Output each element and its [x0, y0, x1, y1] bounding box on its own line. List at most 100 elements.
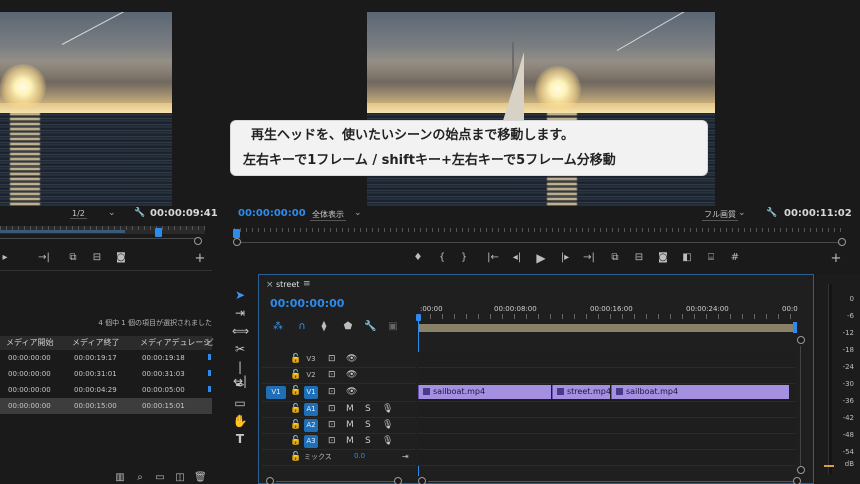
sync-lock-icon[interactable]: ⊡ — [328, 436, 336, 446]
hand-tool-icon[interactable]: ✋ — [232, 414, 248, 428]
export-frame-icon[interactable]: ◙ — [656, 252, 670, 263]
source-insert-icon[interactable]: ⧉ — [66, 252, 80, 263]
source-zoom-handle[interactable] — [194, 237, 202, 245]
source-play-icon[interactable]: ▸ — [0, 252, 10, 263]
lane-a3[interactable] — [418, 434, 796, 450]
linked-selection-icon[interactable]: ⧫ — [318, 321, 330, 332]
go-to-out-icon[interactable]: →| — [582, 252, 596, 263]
new-bin-folder-icon[interactable]: ▭ — [154, 472, 166, 483]
find-search-icon[interactable]: ⌕ — [134, 472, 146, 483]
lock-icon[interactable]: 🔓 — [290, 452, 301, 462]
vertical-scroll-bottom-handle[interactable] — [797, 466, 805, 474]
selection-tool-icon[interactable]: ➤ — [232, 288, 248, 302]
track-target-v2[interactable]: V2 — [304, 369, 318, 382]
timeline-sequence-tab[interactable]: street — [276, 280, 299, 289]
lock-icon[interactable]: 🔓 — [290, 354, 301, 364]
source-playhead[interactable] — [155, 228, 162, 237]
track-target-v3[interactable]: V3 — [304, 353, 318, 366]
program-current-timecode[interactable]: 00:00:00:00 — [238, 208, 306, 219]
rectangle-tool-icon[interactable]: ▭ — [232, 396, 248, 410]
vertical-scrollbar[interactable] — [800, 346, 801, 466]
sync-lock-icon[interactable]: ⊡ — [328, 404, 336, 414]
source-step-forward-icon[interactable]: →| — [38, 252, 50, 263]
timeline-ruler-ticks[interactable] — [418, 314, 796, 319]
trash-icon[interactable]: 🗑 — [194, 472, 207, 483]
column-media-start[interactable]: メディア開始 — [6, 336, 53, 350]
timeline-horizontal-scrollbar[interactable] — [428, 481, 794, 482]
work-area-end-marker[interactable] — [793, 322, 797, 333]
lane-a1[interactable] — [418, 402, 796, 418]
lane-v3[interactable] — [418, 352, 796, 368]
timeline-close-icon[interactable]: × — [266, 280, 274, 290]
timeline-hscroll-right-handle[interactable] — [793, 477, 801, 484]
work-area-bar[interactable] — [418, 324, 796, 332]
lock-icon[interactable]: 🔓 — [290, 404, 301, 414]
lock-icon[interactable]: 🔓 — [290, 436, 301, 446]
add-marker-icon[interactable]: ⬟ — [342, 321, 354, 332]
track-target-v1[interactable]: V1 — [304, 386, 318, 399]
source-zoom-chevron-icon[interactable]: ⌄ — [108, 208, 116, 218]
bin-view-icon[interactable]: ▥ — [114, 472, 126, 483]
type-tool-icon[interactable]: T — [232, 432, 248, 446]
mark-out-brace-right-icon[interactable]: } — [458, 252, 470, 263]
program-quality-select[interactable]: フル画質 — [702, 209, 738, 221]
mute-button[interactable]: M — [346, 404, 354, 414]
mark-in-icon[interactable]: ♦ — [412, 252, 424, 263]
program-playhead[interactable] — [233, 229, 240, 238]
grid-icon[interactable]: # — [728, 252, 742, 263]
snap-magnet-icon[interactable]: ∩ — [296, 321, 308, 332]
microphone-icon[interactable]: 🎙 — [382, 420, 393, 430]
lane-a2[interactable] — [418, 418, 796, 434]
extract-icon[interactable]: ⊟ — [632, 252, 646, 263]
eye-icon[interactable]: 👁 — [346, 354, 357, 364]
go-to-in-icon[interactable]: |← — [486, 252, 500, 263]
nest-icon[interactable]: ⁂ — [272, 321, 284, 332]
lock-icon[interactable]: 🔓 — [290, 420, 301, 430]
program-zoom-handle-left[interactable] — [233, 238, 241, 246]
column-media-end[interactable]: メディア終了 — [72, 336, 119, 350]
source-patch-v1[interactable]: V1 — [266, 386, 286, 399]
timeline-settings-wrench-icon[interactable]: 🔧 — [364, 321, 376, 332]
step-forward-icon[interactable]: |▸ — [558, 252, 572, 263]
lane-mix[interactable] — [418, 450, 796, 466]
captions-icon[interactable]: ▣ — [386, 321, 400, 332]
play-icon[interactable]: ▶ — [534, 251, 548, 265]
source-settings-wrench-icon[interactable]: 🔧 — [134, 208, 145, 218]
sync-lock-icon[interactable]: ⊡ — [328, 387, 336, 397]
solo-button[interactable]: S — [365, 436, 371, 446]
track-target-a2[interactable]: A2 — [304, 419, 318, 432]
timeline-clip[interactable]: sailboat.mp4 — [418, 385, 551, 399]
project-row[interactable]: 00:00:00:00 00:00:04:29 00:00:05:00 — [0, 382, 212, 398]
mute-button[interactable]: M — [346, 436, 354, 446]
project-row[interactable]: 00:00:00:00 00:00:19:17 00:00:19:18 — [0, 350, 212, 366]
program-scrub-bar[interactable] — [234, 228, 846, 236]
horizontal-scroll-mid-handle[interactable] — [394, 477, 402, 484]
lane-v1[interactable]: sailboat.mp4 street.mp4 sailboat.mp4 — [418, 384, 796, 402]
horizontal-scrollbar-header[interactable] — [276, 481, 396, 482]
sync-lock-icon[interactable]: ⊡ — [328, 420, 336, 430]
program-add-button-icon[interactable]: + — [830, 251, 842, 266]
track-target-a1[interactable]: A1 — [304, 403, 318, 416]
microphone-icon[interactable]: 🎙 — [382, 436, 393, 446]
project-row-selected[interactable]: 00:00:00:00 00:00:15:00 00:00:15:01 — [0, 398, 212, 414]
mix-volume-value[interactable]: 0.0 — [354, 452, 365, 460]
solo-button[interactable]: S — [365, 404, 371, 414]
timeline-timecode[interactable]: 00:00:00:00 — [270, 297, 344, 310]
program-settings-wrench-icon[interactable]: 🔧 — [766, 208, 777, 218]
lock-icon[interactable]: 🔓 — [290, 370, 301, 380]
vertical-scroll-top-handle[interactable] — [797, 336, 805, 344]
horizontal-scroll-left-handle[interactable] — [266, 477, 274, 484]
solo-button[interactable]: S — [365, 420, 371, 430]
program-fit-chevron-icon[interactable]: ⌄ — [354, 208, 362, 218]
lock-icon[interactable]: 🔓 — [290, 386, 301, 396]
compare-view-icon[interactable]: ◧ — [680, 252, 694, 263]
pen-tool-icon[interactable]: ✒ — [232, 378, 248, 392]
timeline-menu-icon[interactable]: ≡ — [303, 279, 311, 289]
timeline-clip[interactable]: street.mp4 — [552, 385, 610, 399]
project-row[interactable]: 00:00:00:00 00:00:31:01 00:00:31:03 — [0, 366, 212, 382]
mark-out-brace-left-icon[interactable]: { — [436, 252, 448, 263]
ripple-edit-tool-icon[interactable]: ⟺ — [232, 324, 249, 338]
sync-lock-icon[interactable]: ⊡ — [328, 354, 336, 364]
eye-icon[interactable]: 👁 — [346, 387, 357, 397]
source-overwrite-icon[interactable]: ⊟ — [90, 252, 104, 263]
